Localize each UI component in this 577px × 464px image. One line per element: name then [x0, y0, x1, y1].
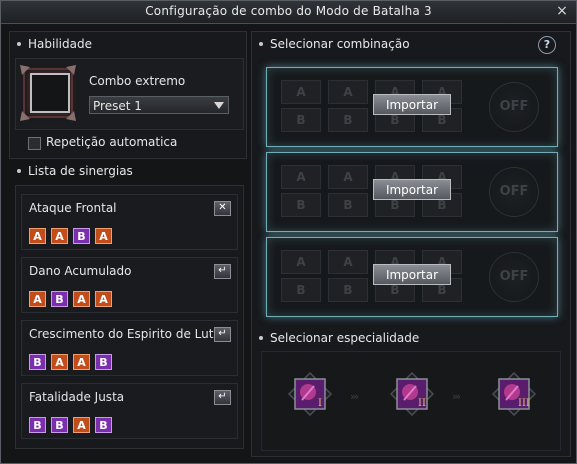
specialty-emblem-icon — [287, 371, 333, 417]
skill-section-title: Habilidade — [15, 37, 92, 51]
combo-toggle[interactable]: OFF — [489, 82, 539, 132]
synergy-item[interactable]: Ataque Frontal ✕ AABA — [21, 194, 238, 250]
key-b-icon: B — [95, 417, 112, 433]
auto-repeat-label: Repetição automatica — [46, 135, 178, 149]
key-a-icon: A — [29, 228, 46, 244]
preset-value: Preset 1 — [93, 99, 142, 113]
title-bar[interactable]: Configuração de combo do Modo de Batalha… — [1, 1, 576, 24]
combo-slot: A — [328, 250, 368, 274]
synergy-keys: BBAB — [29, 414, 117, 433]
key-a-icon: A — [73, 291, 90, 307]
bullet-icon — [259, 41, 263, 46]
combo-slot: B — [328, 108, 368, 132]
synergy-section-title: Lista de sinergias — [15, 164, 133, 178]
arrow-right-icon: ››› — [452, 390, 461, 403]
synergy-name: Ataque Frontal — [29, 201, 117, 215]
specialty-emblem-icon — [491, 371, 537, 417]
preset-select[interactable]: Preset 1 — [89, 96, 229, 114]
key-b-icon: B — [73, 228, 90, 244]
combo-slot: B — [328, 193, 368, 217]
synergy-item[interactable]: Fatalidade Justa ↵ BBAB — [21, 383, 238, 439]
divider — [15, 129, 242, 130]
bullet-icon — [17, 168, 21, 173]
enter-icon[interactable]: ↵ — [214, 390, 231, 405]
bullet-icon — [17, 41, 21, 46]
specialty-numeral: III — [518, 398, 530, 409]
skill-slot[interactable] — [20, 65, 76, 121]
combo-slot: B — [281, 108, 321, 132]
key-a-icon: A — [29, 291, 46, 307]
auto-repeat-checkbox[interactable] — [28, 137, 41, 150]
synergy-item[interactable]: Dano Acumulado ↵ ABAA — [21, 257, 238, 313]
specialty-slot[interactable]: III — [491, 371, 537, 417]
key-b-icon: B — [95, 354, 112, 370]
key-a-icon: A — [73, 417, 90, 433]
combo-config-window: Configuração de combo do Modo de Batalha… — [0, 0, 577, 464]
help-icon[interactable]: ? — [538, 36, 556, 54]
key-b-icon: B — [51, 417, 68, 433]
synergy-keys: AABA — [29, 225, 117, 244]
combo-row[interactable]: A A A A B B B B Importar OFF — [266, 67, 558, 147]
combo-row[interactable]: A A A A B B B B Importar OFF — [266, 152, 558, 232]
combo-row[interactable]: A A A A B B B B Importar OFF — [266, 237, 558, 317]
specialty-numeral: II — [418, 398, 426, 409]
enter-icon[interactable]: ↵ — [214, 327, 231, 342]
synergy-item[interactable]: Crescimento do Espirito de Luta ↵ BAAB — [21, 320, 238, 376]
specialty-section-title: Selecionar especialidade — [257, 331, 419, 345]
key-a-icon: A — [51, 354, 68, 370]
combination-section-label: Selecionar combinação — [270, 37, 410, 51]
synergy-name: Dano Acumulado — [29, 264, 132, 278]
synergy-keys: BAAB — [29, 351, 117, 370]
close-icon[interactable]: × — [554, 3, 570, 19]
combo-slot: A — [328, 165, 368, 189]
synergy-name: Fatalidade Justa — [29, 390, 125, 404]
specialty-numeral: I — [318, 398, 322, 409]
synergy-keys: ABAA — [29, 288, 117, 307]
key-b-icon: B — [51, 291, 68, 307]
key-b-icon: B — [29, 354, 46, 370]
specialty-slot[interactable]: II — [389, 371, 435, 417]
combo-toggle[interactable]: OFF — [489, 167, 539, 217]
combo-label: Combo extremo — [89, 74, 186, 88]
window-title: Configuração de combo do Modo de Batalha… — [145, 4, 432, 18]
specialty-area: I ››› II ››› III — [261, 351, 561, 451]
combo-slot: A — [281, 80, 321, 104]
key-b-icon: B — [29, 417, 46, 433]
close-icon[interactable]: ✕ — [214, 201, 231, 216]
key-a-icon: A — [51, 228, 68, 244]
combo-slot: B — [281, 278, 321, 302]
combo-slot: A — [328, 80, 368, 104]
synergy-section-label: Lista de sinergias — [28, 164, 133, 178]
specialty-section-label: Selecionar especialidade — [270, 331, 420, 345]
skill-slot-empty — [30, 73, 70, 113]
combo-slot: B — [281, 193, 321, 217]
synergy-name: Crescimento do Espirito de Luta — [29, 327, 221, 341]
key-a-icon: A — [95, 291, 112, 307]
specialty-emblem-icon — [389, 371, 435, 417]
enter-icon[interactable]: ↵ — [214, 264, 231, 279]
key-a-icon: A — [95, 228, 112, 244]
chevron-down-icon — [214, 102, 224, 109]
key-a-icon: A — [73, 354, 90, 370]
bullet-icon — [259, 335, 263, 340]
combo-toggle[interactable]: OFF — [489, 252, 539, 302]
combination-section-title: Selecionar combinação — [257, 37, 410, 51]
skill-section-label: Habilidade — [28, 37, 92, 51]
import-button[interactable]: Importar — [373, 179, 451, 200]
combo-slot: A — [281, 250, 321, 274]
import-button[interactable]: Importar — [373, 264, 451, 285]
specialty-slot[interactable]: I — [287, 371, 333, 417]
combo-slot: B — [328, 278, 368, 302]
arrow-right-icon: ››› — [350, 390, 359, 403]
combo-slot: A — [281, 165, 321, 189]
import-button[interactable]: Importar — [373, 94, 451, 115]
